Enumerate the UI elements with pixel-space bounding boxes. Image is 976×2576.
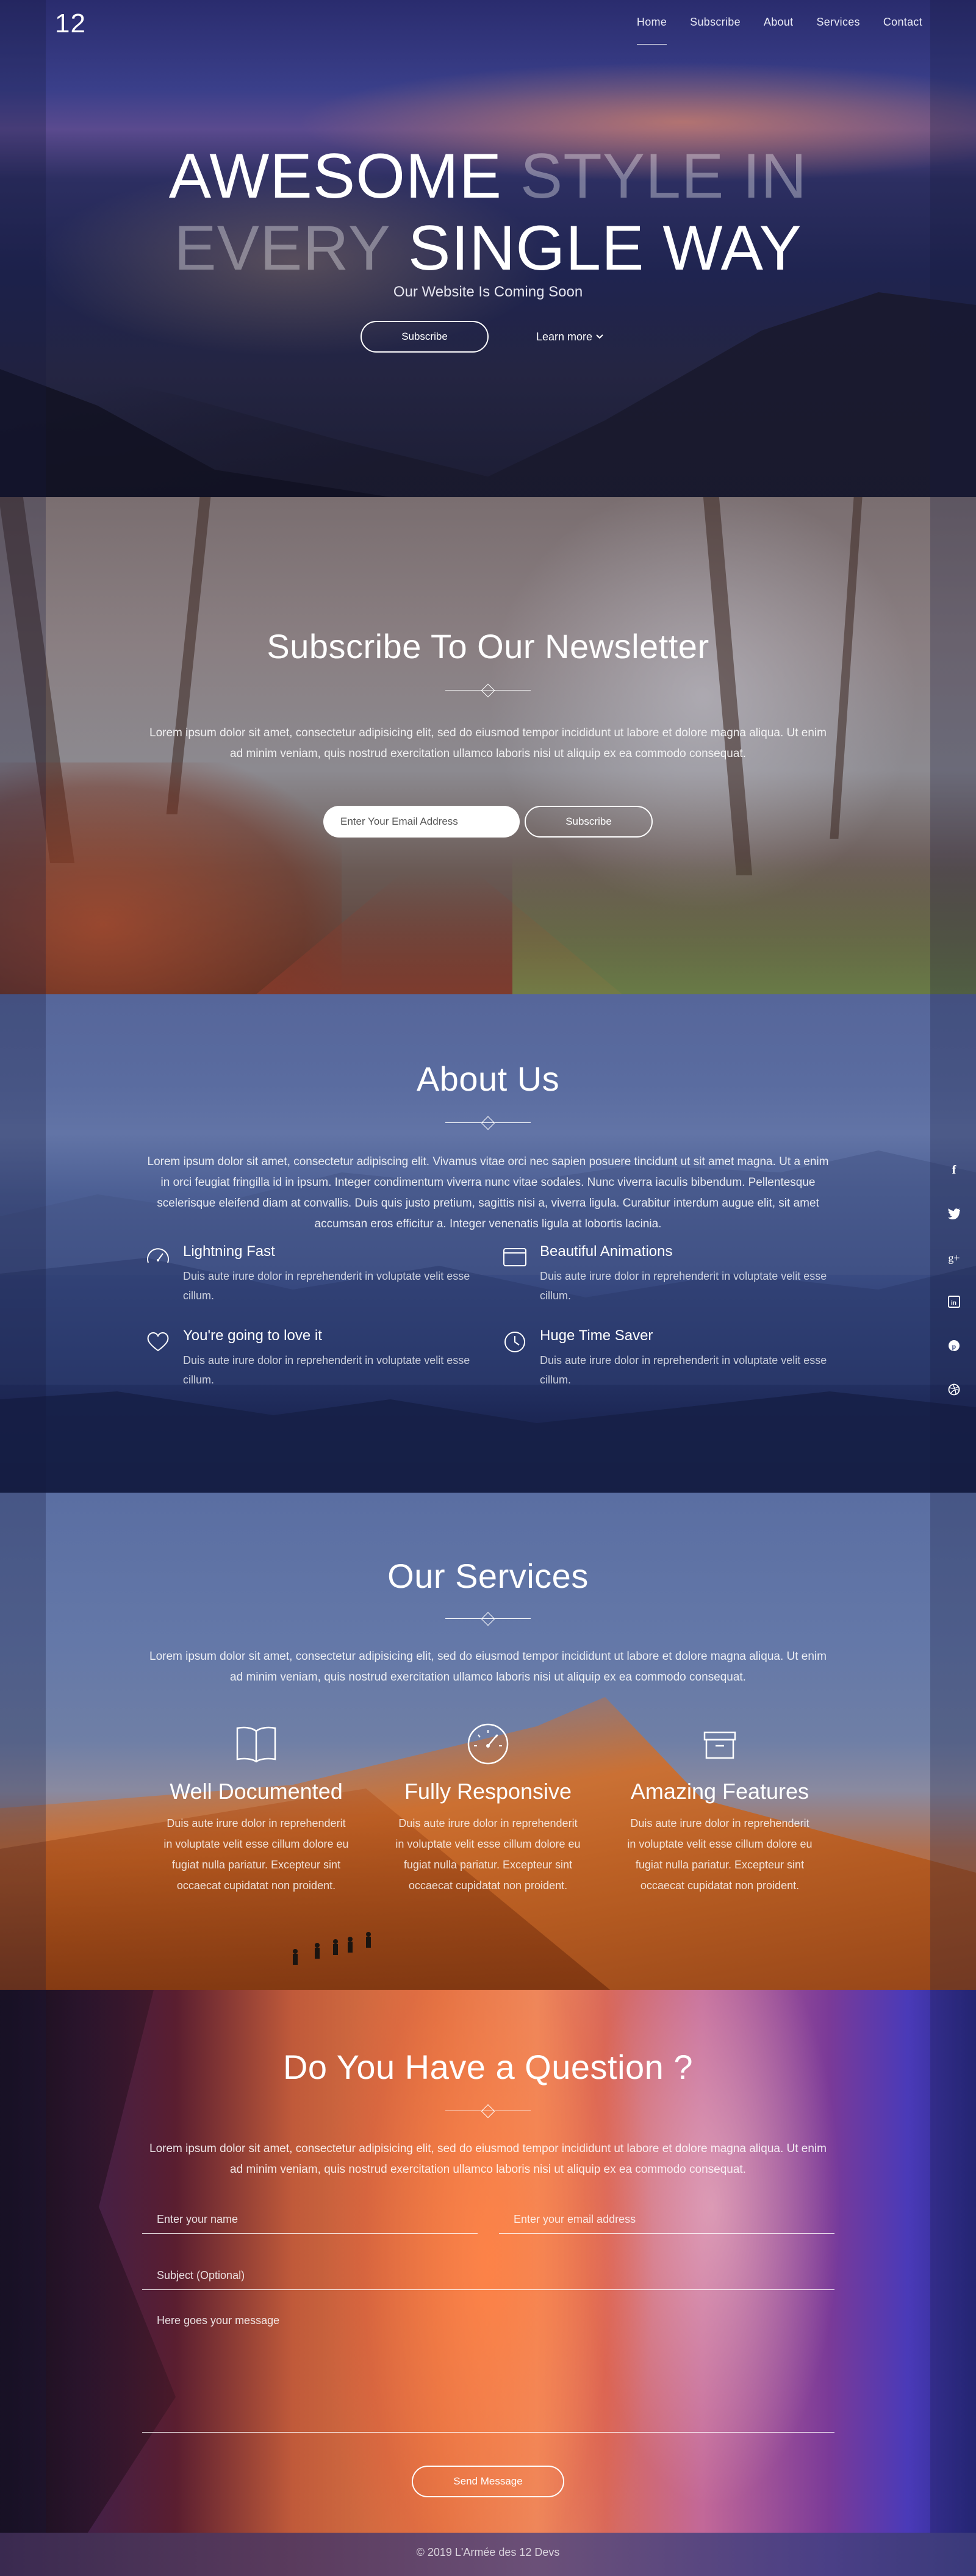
- contact-name-field[interactable]: Enter your name: [142, 2197, 478, 2234]
- chevron-down-icon: [596, 334, 603, 339]
- learn-more-link[interactable]: Learn more: [524, 321, 615, 353]
- contact-actions: Send Message: [0, 2466, 976, 2497]
- feature-title: You're going to love it: [183, 1327, 322, 1344]
- service-item: Fully Responsive Duis aute irure dolor i…: [378, 1721, 598, 1896]
- footer-copyright: © 2019 L'Armée des 12 Devs: [416, 2546, 560, 2558]
- open-book-icon: [236, 1726, 276, 1763]
- google-plus-icon[interactable]: g+: [943, 1247, 965, 1269]
- about-title: About Us: [416, 1060, 560, 1098]
- gauge-icon: [467, 1723, 509, 1765]
- contact-text: Lorem ipsum dolor sit amet, consectetur …: [149, 2142, 827, 2176]
- facebook-icon[interactable]: f: [943, 1159, 965, 1181]
- grass: [512, 854, 976, 994]
- service-title: Well Documented: [170, 1779, 343, 1804]
- about-text: Lorem ipsum dolor sit amet, consectetur …: [147, 1155, 829, 1230]
- contact-message-textarea[interactable]: Here goes your message: [142, 2306, 834, 2433]
- service-item: Well Documented Duis aute irure dolor in…: [146, 1721, 366, 1896]
- speedometer-icon: [147, 1248, 169, 1263]
- feature-text: Duis aute irure dolor in reprehenderit i…: [540, 1354, 827, 1386]
- archive-box-icon: [703, 1731, 736, 1759]
- browser-window-icon: [503, 1248, 526, 1266]
- subscribe-form: Subscribe: [0, 806, 976, 838]
- hero-title-thin-1: STYLE IN: [502, 141, 808, 212]
- autumn-leaves: [0, 762, 342, 994]
- send-message-button[interactable]: Send Message: [412, 2466, 564, 2497]
- feature-item: Lightning Fast Duis aute irure dolor in …: [145, 1243, 474, 1305]
- hero-actions: Subscribe Learn more: [0, 321, 976, 353]
- nav-item-contact[interactable]: Contact: [883, 16, 922, 29]
- feature-title: Lightning Fast: [183, 1243, 275, 1260]
- nav-item-about[interactable]: About: [764, 16, 794, 29]
- linkedin-icon[interactable]: in: [943, 1291, 965, 1313]
- contact-email-field[interactable]: Enter your email address: [499, 2197, 834, 2234]
- section-divider: [445, 2104, 531, 2117]
- twitter-icon[interactable]: [943, 1203, 965, 1225]
- nav-item-home[interactable]: Home: [636, 16, 667, 45]
- newsletter-subscribe-button[interactable]: Subscribe: [525, 806, 653, 838]
- hero-title: AWESOME STYLE IN EVERY SINGLE WAY: [0, 140, 976, 284]
- services-grid: Well Documented Duis aute irure dolor in…: [146, 1721, 830, 1896]
- nav-item-subscribe[interactable]: Subscribe: [690, 16, 741, 29]
- feature-text: Duis aute irure dolor in reprehenderit i…: [183, 1270, 470, 1302]
- contact-subject-field[interactable]: Subject (Optional): [142, 2253, 834, 2290]
- learn-more-label: Learn more: [536, 330, 593, 343]
- heart-icon: [147, 1332, 169, 1352]
- services-title: Our Services: [387, 1557, 589, 1595]
- services-text: Lorem ipsum dolor sit amet, consectetur …: [149, 1650, 827, 1684]
- site-logo[interactable]: 12: [55, 9, 86, 39]
- contact-title: Do You Have a Question ?: [282, 2048, 694, 2086]
- newsletter-text: Lorem ipsum dolor sit amet, consectetur …: [149, 727, 827, 760]
- footer: © 2019 L'Armée des 12 Devs: [0, 2533, 976, 2576]
- service-text: Duis aute irure dolor in reprehenderit i…: [395, 1817, 581, 1892]
- service-text: Duis aute irure dolor in reprehenderit i…: [163, 1817, 349, 1892]
- hero-title-thin-2: EVERY: [174, 213, 409, 284]
- services-section: Our Services Lorem ipsum dolor sit amet,…: [0, 1493, 976, 1990]
- feature-item: You're going to love it Duis aute irure …: [145, 1327, 474, 1390]
- about-features: Lightning Fast Duis aute irure dolor in …: [145, 1243, 831, 1390]
- social-sidebar: f g+ in p: [943, 1159, 965, 1401]
- feature-text: Duis aute irure dolor in reprehenderit i…: [183, 1354, 470, 1386]
- clock-icon: [504, 1332, 525, 1352]
- contact-section: Do You Have a Question ? Lorem ipsum dol…: [0, 1990, 976, 2533]
- hikers-silhouette: [293, 1932, 371, 1965]
- svg-text:p: p: [952, 1342, 956, 1351]
- newsletter-title: Subscribe To Our Newsletter: [267, 627, 709, 666]
- hero-subscribe-button[interactable]: Subscribe: [361, 321, 489, 353]
- section-divider: [445, 684, 531, 696]
- newsletter-section: Subscribe To Our Newsletter Lorem ipsum …: [0, 497, 976, 994]
- about-section: About Us Lorem ipsum dolor sit amet, con…: [0, 994, 976, 1493]
- feature-item: Beautiful Animations Duis aute irure dol…: [502, 1243, 831, 1305]
- service-text: Duis aute irure dolor in reprehenderit i…: [627, 1817, 813, 1892]
- section-divider: [445, 1116, 531, 1128]
- main-nav: Home Subscribe About Services Contact: [636, 16, 922, 45]
- pinterest-icon[interactable]: p: [943, 1335, 965, 1357]
- service-title: Amazing Features: [630, 1779, 809, 1804]
- feature-title: Beautiful Animations: [540, 1243, 673, 1260]
- dribbble-icon[interactable]: [943, 1379, 965, 1401]
- hero-title-bold-2: SINGLE WAY: [408, 213, 802, 284]
- service-item: Amazing Features Duis aute irure dolor i…: [610, 1721, 830, 1896]
- hero-section: 12 Home Subscribe About Services Contact…: [0, 0, 976, 497]
- svg-text:in: in: [951, 1300, 956, 1307]
- newsletter-email-input[interactable]: [323, 806, 520, 838]
- service-title: Fully Responsive: [404, 1779, 572, 1804]
- tree-trunk: [830, 497, 863, 839]
- hero-title-bold-1: AWESOME: [168, 141, 503, 212]
- feature-title: Huge Time Saver: [540, 1327, 653, 1344]
- nav-item-services[interactable]: Services: [816, 16, 859, 29]
- section-divider: [445, 1612, 531, 1624]
- feature-item: Huge Time Saver Duis aute irure dolor in…: [502, 1327, 831, 1390]
- feature-text: Duis aute irure dolor in reprehenderit i…: [540, 1270, 827, 1302]
- hero-subtitle: Our Website Is Coming Soon: [393, 284, 583, 300]
